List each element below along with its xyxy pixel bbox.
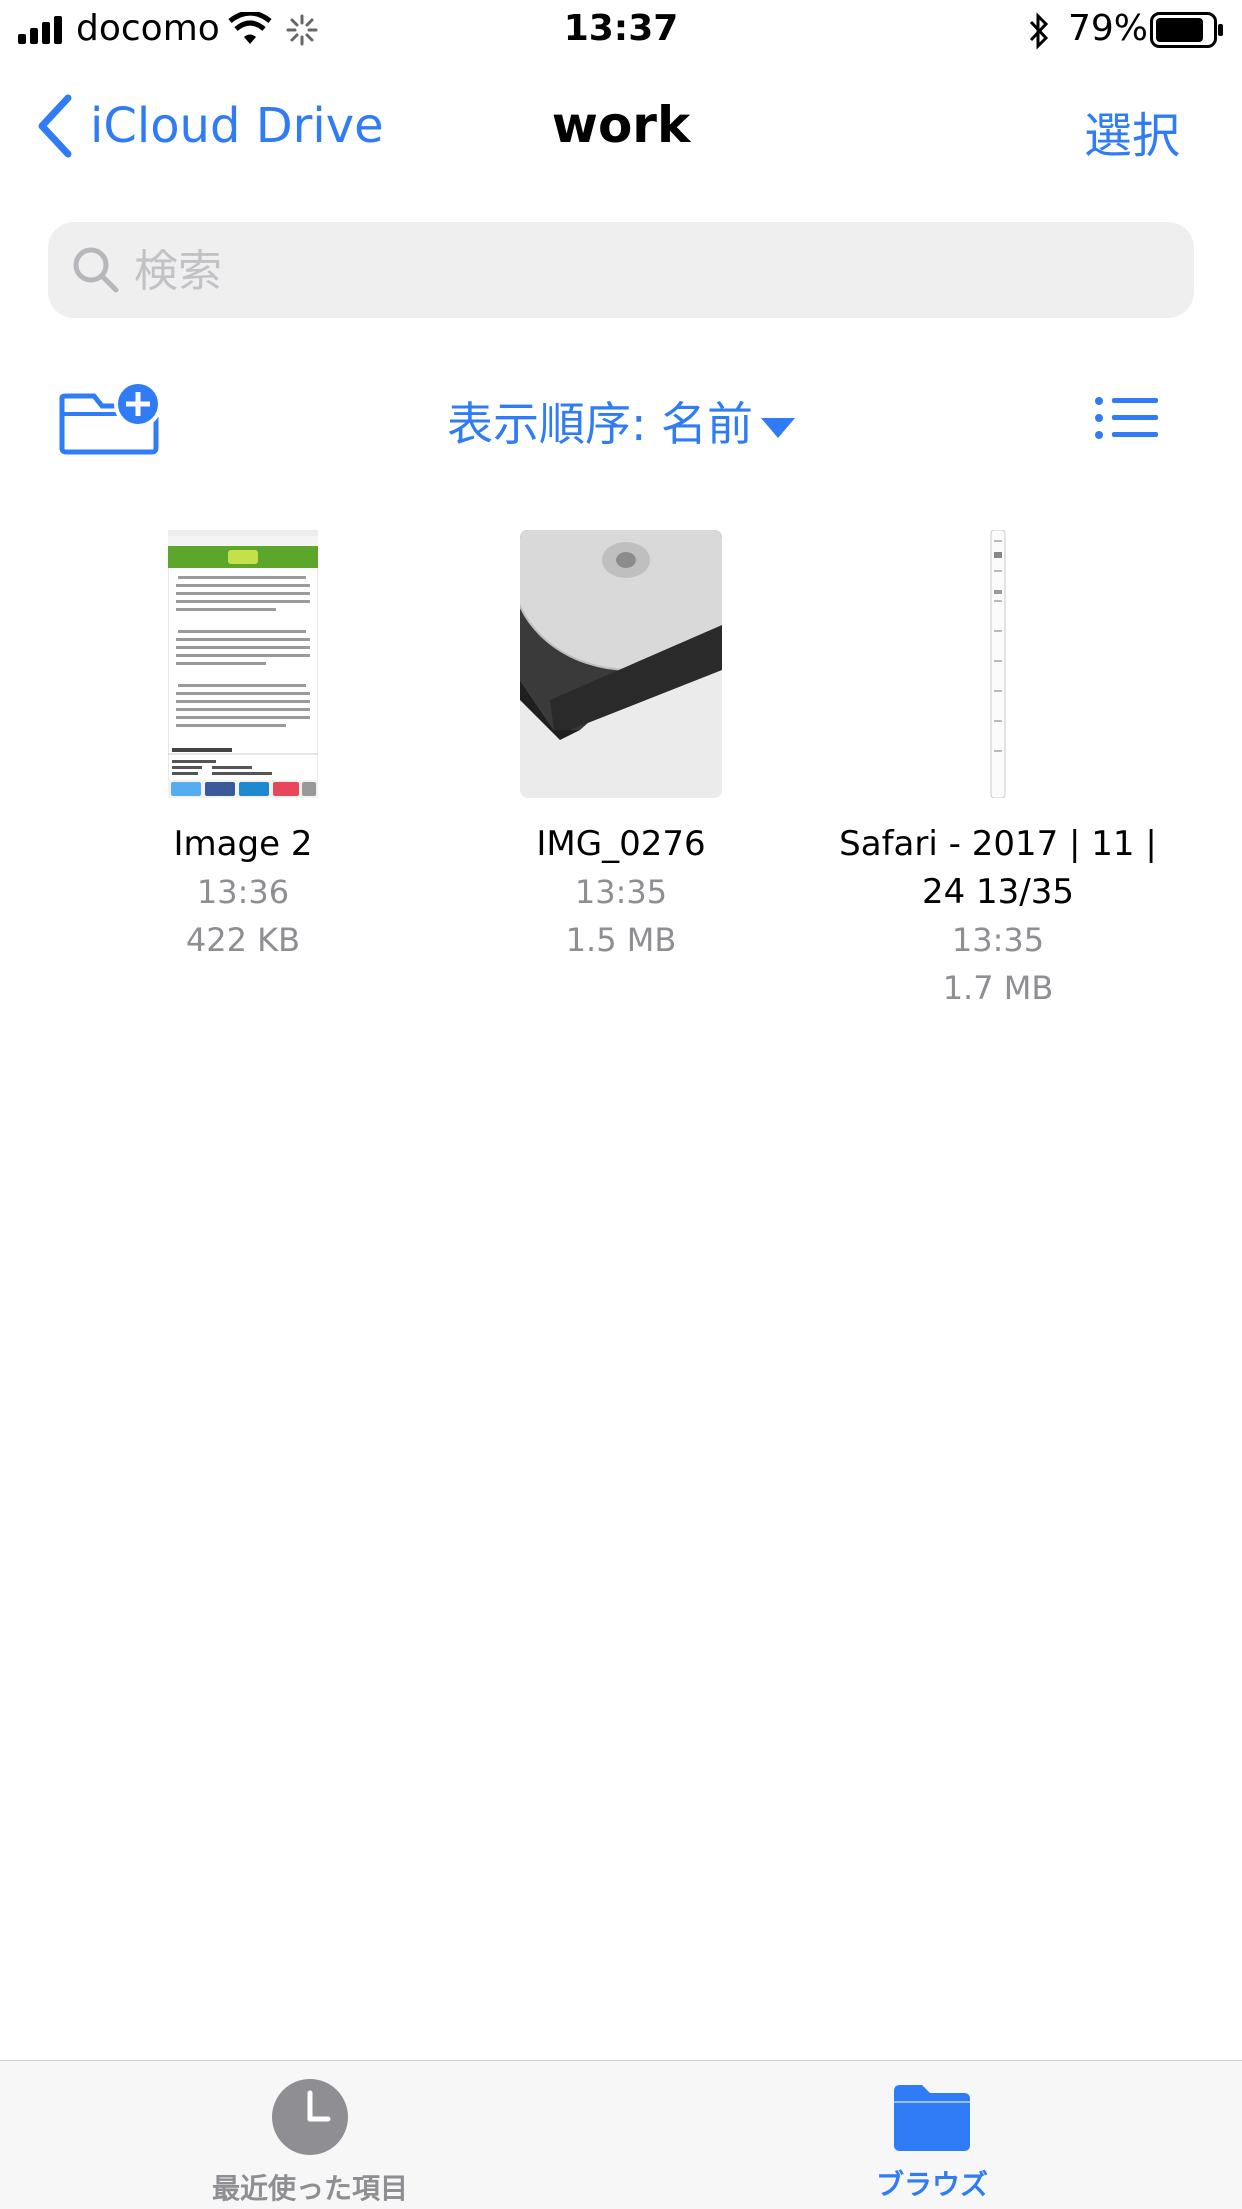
search-icon <box>73 247 119 293</box>
page-title: work <box>551 96 691 154</box>
battery-percentage: 79% <box>1068 8 1149 49</box>
file-thumbnail-image-2[interactable] <box>167 529 319 799</box>
file-name: IMG_0276 <box>536 824 706 864</box>
tab-bar: 最近使った項目 ブラウズ <box>0 2060 1242 2209</box>
search-input[interactable] <box>132 222 1166 320</box>
long-screenshot-thumbnail <box>990 529 1006 799</box>
tab-browse[interactable]: ブラウズ <box>622 2083 1242 2203</box>
file-name: Image 2 <box>173 824 313 864</box>
select-button[interactable]: 選択 <box>1084 96 1180 166</box>
screenshot-thumbnail <box>167 529 319 799</box>
battery-icon <box>1150 12 1223 48</box>
file-size: 1.7 MB <box>942 969 1054 1007</box>
tab-recents[interactable]: 最近使った項目 <box>0 2079 620 2207</box>
bluetooth-icon <box>1029 12 1049 50</box>
file-thumbnail-img-0276[interactable] <box>520 530 722 798</box>
file-name-line-1: Safari - 2017 | 11 | <box>839 824 1157 864</box>
file-thumbnail-safari[interactable] <box>990 529 1006 799</box>
photo-thumbnail <box>520 530 722 798</box>
clock-icon <box>272 2079 348 2155</box>
file-time: 13:36 <box>196 873 290 911</box>
file-item-img-0276[interactable]: IMG_0276 13:35 1.5 MB <box>496 820 746 964</box>
status-time: 13:37 <box>563 8 679 49</box>
file-time: 13:35 <box>574 873 668 911</box>
file-item-safari[interactable]: Safari - 2017 | 11 | 24 13/35 13:35 1.7 … <box>830 820 1166 1012</box>
search-bar[interactable] <box>48 222 1194 320</box>
tab-browse-label: ブラウズ <box>875 2168 988 2201</box>
sort-label: 表示順序: 名前 <box>446 397 754 451</box>
file-size: 1.5 MB <box>565 921 677 959</box>
caret-down-icon <box>761 417 796 438</box>
file-size: 422 KB <box>185 921 301 959</box>
file-time: 13:35 <box>951 921 1045 959</box>
sort-button[interactable]: 表示順序: 名前 <box>0 388 1242 454</box>
tab-recents-label: 最近使った項目 <box>211 2172 408 2205</box>
folder-icon <box>894 2085 970 2151</box>
status-bar: docomo 13:37 79% <box>0 0 1242 60</box>
file-name-line-2: 24 13/35 <box>921 872 1075 912</box>
file-item-image-2[interactable]: Image 2 13:36 422 KB <box>118 820 368 964</box>
list-view-icon[interactable] <box>1094 396 1160 440</box>
